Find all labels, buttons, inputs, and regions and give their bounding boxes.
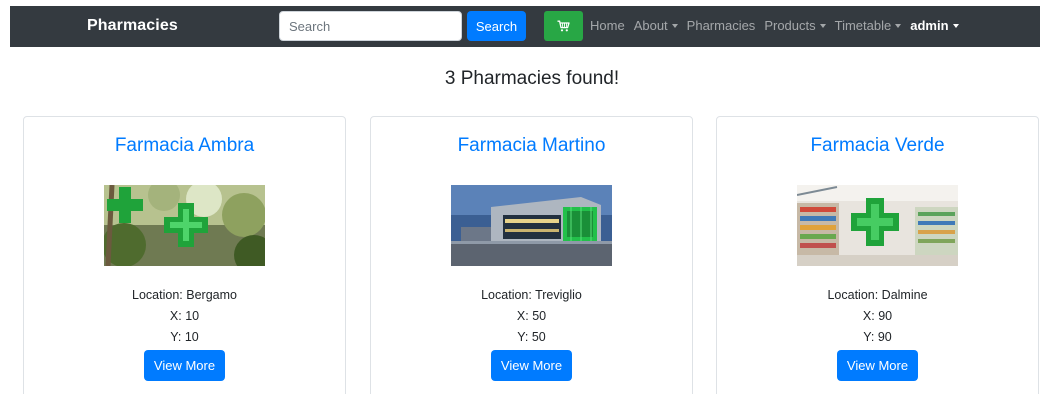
pharmacy-location: Location: Treviglio — [481, 288, 582, 302]
pharmacy-image — [104, 185, 265, 266]
caret-down-icon — [819, 23, 826, 28]
pharmacy-x: X: 90 — [862, 309, 893, 323]
pharmacy-image — [797, 185, 958, 266]
navbar: Pharmacies Search Home About Pharmacies … — [10, 6, 1040, 47]
view-more-button[interactable]: View More — [491, 350, 572, 381]
nav-timetable-label: Timetable — [834, 18, 892, 33]
cart-icon — [557, 20, 570, 32]
pharmacy-x: X: 10 — [169, 309, 200, 323]
pharmacy-y: Y: 50 — [517, 330, 546, 344]
caret-down-icon — [895, 23, 902, 28]
pharmacy-card: Farmacia Verde Location: Dalmine X: 90 Y… — [716, 116, 1039, 394]
nav-links: Home About Pharmacies Products Timetable… — [590, 18, 968, 33]
pharmacy-x: X: 50 — [516, 309, 547, 323]
view-more-button[interactable]: View More — [144, 350, 225, 381]
nav-about-label: About — [633, 18, 668, 33]
pharmacy-name: Farmacia Ambra — [114, 135, 255, 156]
results-title: 3 Pharmacies found! — [444, 68, 620, 89]
nav-products-label: Products — [764, 18, 816, 33]
pharmacy-name: Farmacia Martino — [457, 135, 606, 156]
caret-down-icon — [671, 23, 678, 28]
pharmacy-location: Location: Dalmine — [827, 288, 928, 302]
pharmacy-location: Location: Bergamo — [132, 288, 237, 302]
nav-home[interactable]: Home — [590, 18, 625, 33]
view-more-button[interactable]: View More — [837, 350, 918, 381]
pharmacy-y: Y: 90 — [863, 330, 892, 344]
navbar-brand[interactable]: Pharmacies — [87, 17, 178, 35]
nav-pharmacies[interactable]: Pharmacies — [687, 18, 756, 33]
pharmacy-name: Farmacia Verde — [810, 135, 945, 156]
pharmacy-y: Y: 10 — [170, 330, 199, 344]
search-button[interactable]: Search — [467, 11, 526, 41]
pharmacy-card: Farmacia Ambra Location: Bergamo X: 10 Y… — [23, 116, 346, 394]
nav-user-dropdown[interactable]: admin — [910, 18, 959, 33]
caret-down-icon — [952, 23, 959, 28]
nav-about-dropdown[interactable]: About — [634, 18, 678, 33]
nav-timetable-dropdown[interactable]: Timetable — [835, 18, 902, 33]
search-input[interactable] — [279, 11, 462, 41]
nav-user-label: admin — [910, 18, 949, 33]
pharmacy-card: Farmacia Martino Location: Treviglio X: … — [370, 116, 693, 394]
pharmacy-image — [451, 185, 612, 266]
cart-button[interactable] — [544, 11, 583, 41]
nav-products-dropdown[interactable]: Products — [764, 18, 826, 33]
